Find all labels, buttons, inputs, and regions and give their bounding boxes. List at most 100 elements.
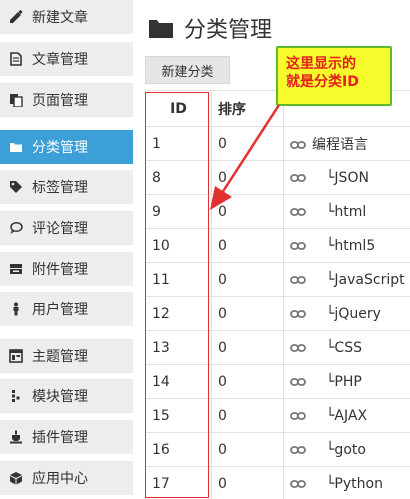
column-header-id[interactable]: ID (145, 90, 212, 127)
sidebar-item-tags[interactable]: 标签管理 (0, 170, 133, 204)
link-icon[interactable] (290, 173, 306, 183)
link-icon[interactable] (290, 275, 306, 285)
category-id: 11 (145, 262, 212, 297)
category-order: 0 (211, 364, 284, 399)
category-name-cell: └Python (283, 466, 410, 499)
category-name[interactable]: └goto (312, 442, 366, 458)
sidebar-item-label: 页面管理 (32, 93, 88, 109)
link-icon[interactable] (290, 377, 306, 387)
folder-icon (8, 139, 24, 155)
attachment-icon (8, 261, 24, 277)
table-row: 1 0 编程语言 (145, 126, 410, 161)
sidebar-item-label: 应用中心 (32, 471, 88, 487)
table-row: 10 0 └html5 (145, 228, 410, 263)
sidebar-item-posts[interactable]: 文章管理 (0, 42, 133, 76)
sidebar-item-label: 插件管理 (32, 430, 88, 446)
link-icon[interactable] (290, 309, 306, 319)
category-id: 15 (145, 398, 212, 433)
sidebar-item-label: 模块管理 (32, 389, 88, 405)
link-icon[interactable] (290, 241, 306, 251)
sidebar-item-label: 新建文章 (32, 10, 88, 26)
category-order: 0 (211, 330, 284, 365)
sidebar-item-modules[interactable]: 模块管理 (0, 379, 133, 413)
category-table: ID 排序 1 0 编程语言 8 0 └JSON 9 0 └html 10 0 └html5 11 0 └J… (145, 90, 410, 499)
category-id: 1 (145, 126, 212, 161)
link-icon[interactable] (290, 140, 306, 150)
category-order: 0 (211, 262, 284, 297)
sidebar: 新建文章 文章管理 页面管理 分类管理 标签管理 评论管理 附件管理 用户管理 … (0, 0, 133, 499)
plugin-icon (8, 429, 24, 445)
category-id: 17 (145, 466, 212, 499)
table-row: 12 0 └jQuery (145, 296, 410, 331)
category-name[interactable]: └JavaScript (312, 272, 405, 288)
link-icon[interactable] (290, 343, 306, 353)
sidebar-item-label: 分类管理 (32, 140, 88, 156)
category-order: 0 (211, 194, 284, 229)
table-row: 14 0 └PHP (145, 364, 410, 399)
table-row: 9 0 └html (145, 194, 410, 229)
category-name[interactable]: └Python (312, 476, 383, 492)
category-name-cell: └html5 (283, 228, 410, 263)
column-header-order[interactable]: 排序 (211, 90, 284, 127)
new-category-button[interactable]: 新建分类 (145, 56, 230, 84)
sidebar-item-plugins[interactable]: 插件管理 (0, 420, 133, 454)
link-icon[interactable] (290, 445, 306, 455)
category-name[interactable]: └html5 (312, 238, 375, 254)
sidebar-item-users[interactable]: 用户管理 (0, 292, 133, 326)
sidebar-item-pages[interactable]: 页面管理 (0, 83, 133, 117)
sidebar-item-app-center[interactable]: 应用中心 (0, 461, 133, 495)
table-row: 15 0 └AJAX (145, 398, 410, 433)
sidebar-item-label: 主题管理 (32, 349, 88, 365)
folder-icon (148, 17, 174, 39)
category-id: 9 (145, 194, 212, 229)
category-name[interactable]: 编程语言 (312, 137, 368, 153)
category-order: 0 (211, 126, 284, 161)
annotation-line-1: 这里显示的 (286, 56, 356, 72)
edit-icon (8, 9, 24, 25)
category-name-cell: └AJAX (283, 398, 410, 433)
table-row: 16 0 └goto (145, 432, 410, 467)
category-name[interactable]: └jQuery (312, 306, 381, 322)
table-row: 11 0 └JavaScript (145, 262, 410, 297)
category-name-cell: └CSS (283, 330, 410, 365)
page-header: 分类管理 (148, 12, 272, 44)
link-icon[interactable] (290, 411, 306, 421)
category-order: 0 (211, 432, 284, 467)
category-order: 0 (211, 296, 284, 331)
category-name-cell: └goto (283, 432, 410, 467)
sidebar-item-themes[interactable]: 主题管理 (0, 339, 133, 373)
sidebar-item-comments[interactable]: 评论管理 (0, 211, 133, 245)
theme-icon (8, 348, 24, 364)
link-icon[interactable] (290, 479, 306, 489)
sidebar-item-categories[interactable]: 分类管理 (0, 130, 133, 164)
category-name-cell: └PHP (283, 364, 410, 399)
category-id: 10 (145, 228, 212, 263)
page-title: 分类管理 (184, 18, 273, 43)
table-row: 8 0 └JSON (145, 160, 410, 195)
table-row: 17 0 └Python (145, 466, 410, 499)
table-row: 13 0 └CSS (145, 330, 410, 365)
sidebar-item-label: 文章管理 (32, 52, 88, 68)
sidebar-item-new-post[interactable]: 新建文章 (0, 0, 133, 34)
tag-icon (8, 179, 24, 195)
sidebar-item-label: 用户管理 (32, 302, 88, 318)
category-name[interactable]: └CSS (312, 340, 362, 356)
sidebar-item-label: 评论管理 (32, 221, 88, 237)
category-order: 0 (211, 398, 284, 433)
category-name[interactable]: └JSON (312, 170, 369, 186)
category-name-cell: └JavaScript (283, 262, 410, 297)
category-name-cell: 编程语言 (283, 126, 410, 161)
category-order: 0 (211, 228, 284, 263)
category-name[interactable]: └html (312, 204, 366, 220)
category-name[interactable]: └PHP (312, 374, 362, 390)
document-icon (8, 51, 24, 67)
link-icon[interactable] (290, 207, 306, 217)
category-id: 8 (145, 160, 212, 195)
pages-icon (8, 92, 24, 108)
category-id: 12 (145, 296, 212, 331)
sidebar-item-attachments[interactable]: 附件管理 (0, 252, 133, 286)
user-icon (8, 301, 24, 317)
category-name-cell: └JSON (283, 160, 410, 195)
module-icon (8, 388, 24, 404)
category-name[interactable]: └AJAX (312, 408, 367, 424)
